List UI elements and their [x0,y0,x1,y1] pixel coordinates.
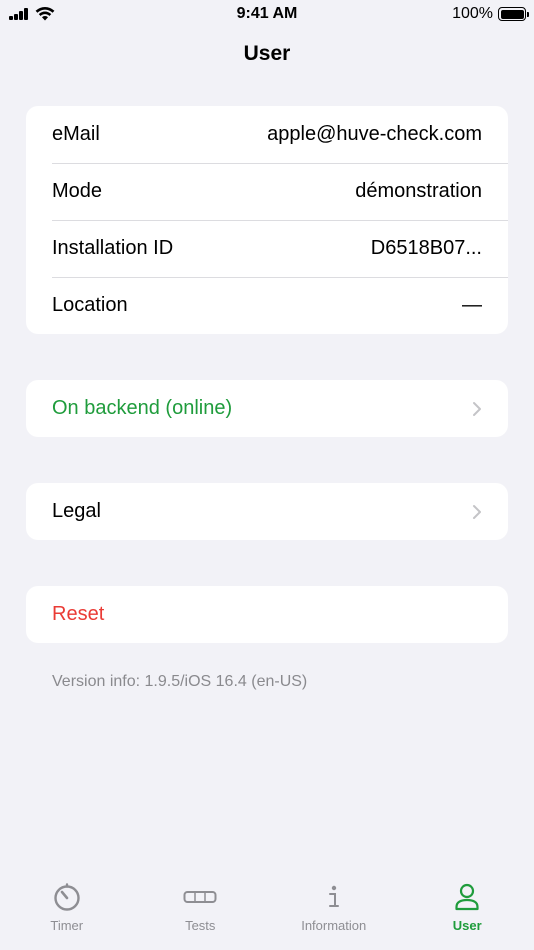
info-icon [328,885,339,907]
location-label: Location [52,294,128,316]
backend-status-label: On backend (online) [52,397,233,419]
email-label: eMail [52,123,100,145]
location-value: — [462,294,482,316]
battery-percent: 100% [452,5,493,22]
email-value: apple@huve-check.com [267,123,482,145]
tab-timer-label: Timer [50,918,84,933]
chevron-right-icon [473,401,481,416]
email-row: eMail apple@huve-check.com [26,106,508,163]
status-bar: 9:41 AM 100% [0,0,534,28]
reset-button[interactable]: Reset [26,586,508,643]
reset-label: Reset [52,603,105,625]
location-row: Location — [26,277,508,334]
legal-group: Legal [26,483,508,540]
person-icon [455,883,479,911]
tab-timer[interactable]: Timer [0,866,134,950]
tab-user-label: User [452,918,482,933]
installation-id-row: Installation ID D6518B07... [26,220,508,277]
mode-label: Mode [52,180,103,202]
tab-information-label: Information [301,918,367,933]
tab-user[interactable]: User [401,866,534,950]
tab-information[interactable]: Information [267,866,401,950]
installation-id-value: D6518B07... [370,237,482,259]
tab-tests-label: Tests [185,918,216,933]
tab-tests[interactable]: Tests [134,866,268,950]
battery-status: 100% [452,5,529,23]
test-strip-icon [183,891,217,903]
battery-icon [498,7,529,21]
installation-id-label: Installation ID [52,237,174,259]
mode-value: démonstration [355,180,482,202]
page-title: User [243,42,291,65]
version-info: Version info: 1.9.5/iOS 16.4 (en-US) [52,673,308,690]
user-info-group: eMail apple@huve-check.com Mode démonstr… [26,106,508,334]
timer-icon [54,883,80,911]
chevron-right-icon [473,504,481,519]
backend-row[interactable]: On backend (online) [26,380,508,437]
reset-group: Reset [26,586,508,643]
legal-row[interactable]: Legal [26,483,508,540]
legal-label: Legal [52,500,101,522]
backend-group: On backend (online) [26,380,508,437]
mode-row: Mode démonstration [26,163,508,220]
tab-bar: Timer Tests Information User [0,866,534,950]
